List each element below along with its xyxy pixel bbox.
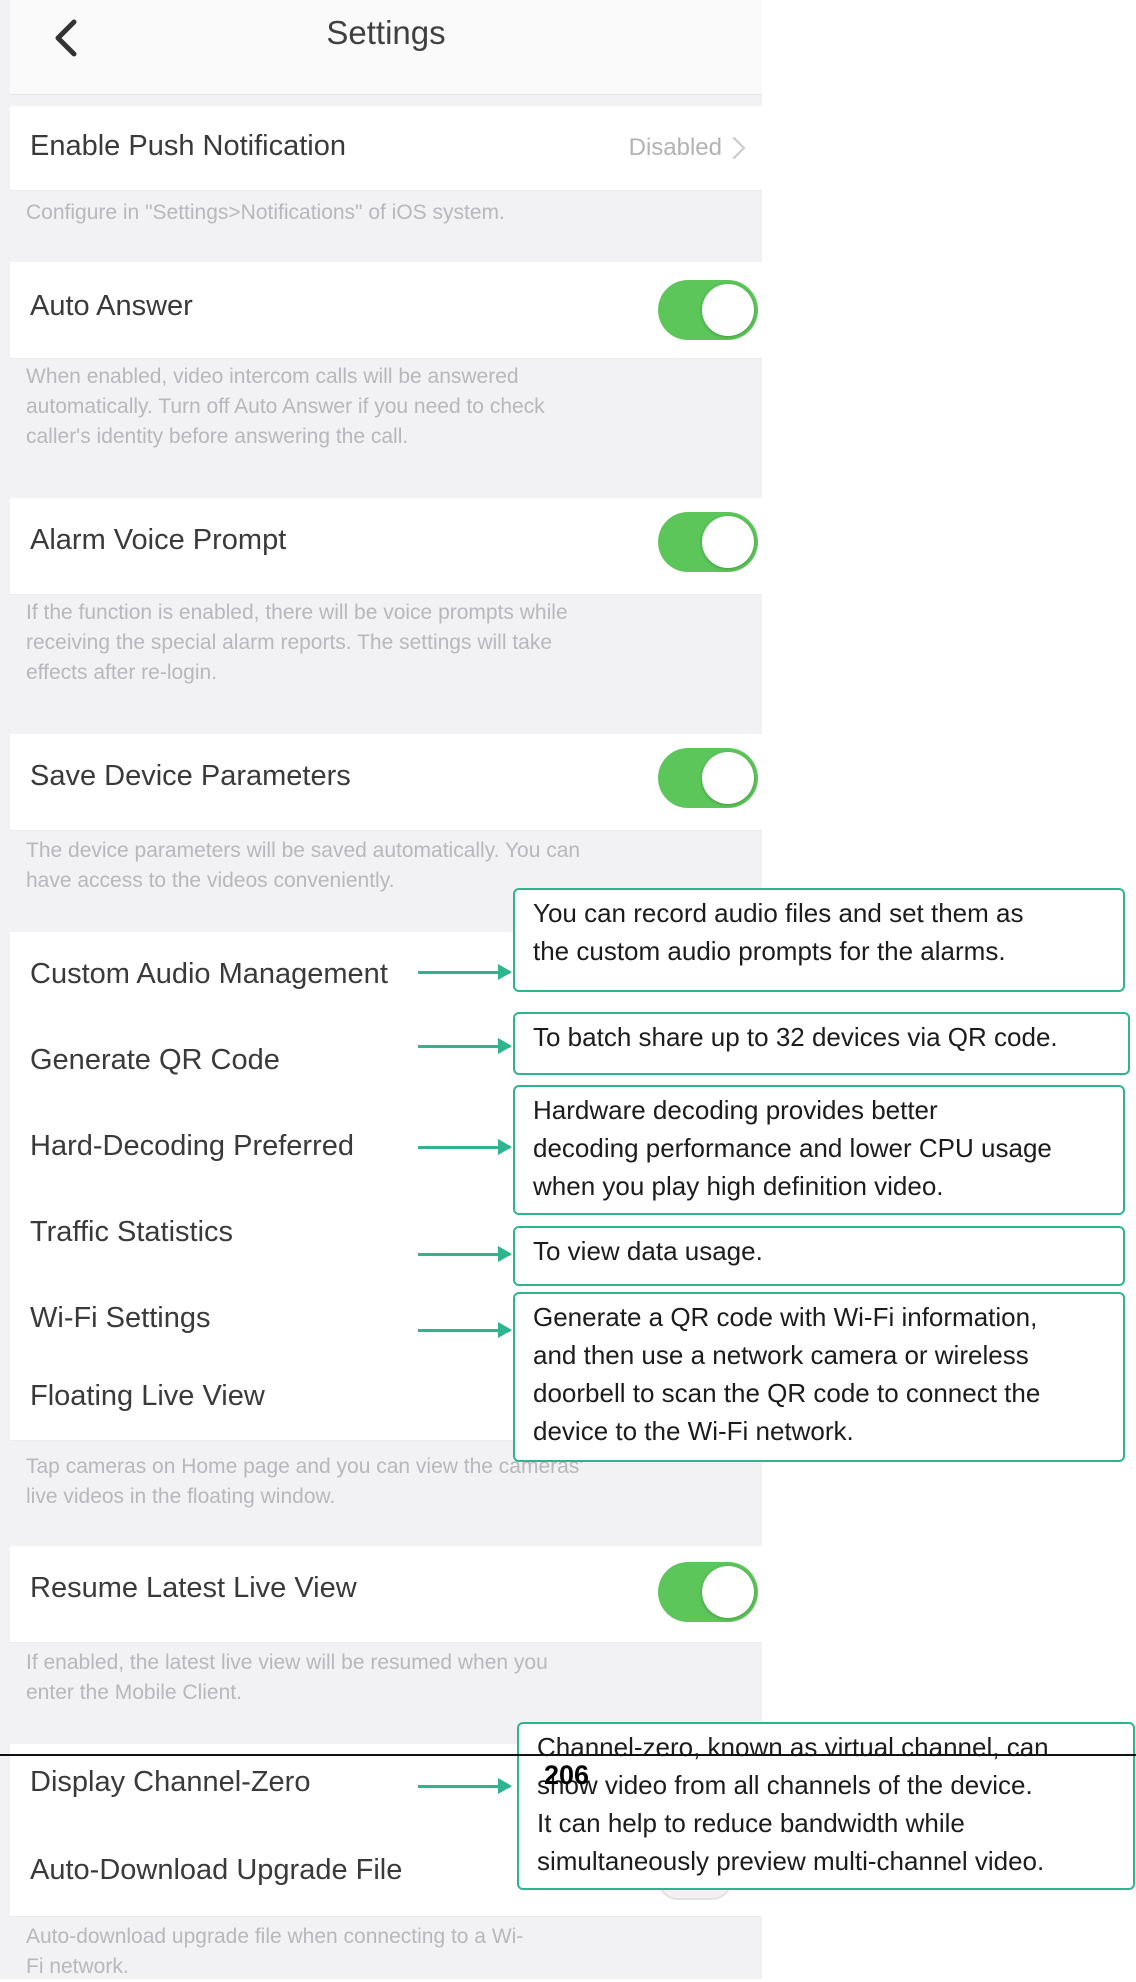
toggle-knob [702,1566,754,1618]
page-divider [0,1754,1136,1756]
toggle-knob [702,516,754,568]
generate-qr-code-label: Generate QR Code [30,1044,280,1076]
display-channel-zero-label: Display Channel-Zero [30,1766,311,1798]
arrow-traffic [418,1246,512,1262]
auto-download-upgrade-file-label: Auto-Download Upgrade File [30,1854,403,1886]
push-notification-description: Configure in "Settings>Notifications" of… [26,201,505,224]
save-device-parameters-toggle[interactable] [658,748,758,808]
floating-live-view-label: Floating Live View [30,1380,265,1412]
auto-answer-toggle[interactable] [658,280,758,340]
auto-answer-label: Auto Answer [30,290,193,322]
alarm-voice-prompt-row: Alarm Voice Prompt [10,498,762,595]
arrow-channel-zero [418,1778,512,1794]
toggle-knob [702,752,754,804]
callout-wifi: Generate a QR code with Wi-Fi informatio… [513,1292,1125,1462]
auto-answer-description: When enabled, video intercom calls will … [26,365,545,448]
callout-hard-decoding: Hardware decoding provides better decodin… [513,1085,1125,1215]
traffic-statistics-label: Traffic Statistics [30,1216,234,1248]
arrow-qr-code [418,1038,512,1054]
hard-decoding-preferred-label: Hard-Decoding Preferred [30,1130,354,1162]
arrow-custom-audio [418,964,512,980]
push-notification-row[interactable]: Enable Push Notification Disabled [10,106,762,191]
arrow-wifi [418,1322,512,1338]
save-device-parameters-description: The device parameters will be saved auto… [26,839,581,892]
push-notification-value: Disabled [628,134,722,161]
navigation-bar: Settings [10,0,762,95]
toggle-knob [702,284,754,336]
alarm-voice-prompt-label: Alarm Voice Prompt [30,524,287,556]
arrow-hard-decoding [418,1139,512,1155]
alarm-voice-prompt-description: If the function is enabled, there will b… [26,601,568,684]
custom-audio-management-label: Custom Audio Management [30,958,388,990]
save-device-parameters-row: Save Device Parameters [10,734,762,831]
resume-latest-live-view-toggle[interactable] [658,1562,758,1622]
auto-download-upgrade-file-description: Auto-download upgrade file when connecti… [26,1925,524,1978]
callout-qr-code: To batch share up to 32 devices via QR c… [513,1012,1130,1075]
auto-answer-row: Auto Answer [10,262,762,359]
page-number: 206 [544,1760,590,1790]
push-notification-label: Enable Push Notification [30,130,346,162]
resume-latest-live-view-row: Resume Latest Live View [10,1546,762,1643]
page-title: Settings [326,14,446,51]
callout-channel-zero: Channel-zero, known as virtual channel, … [517,1722,1135,1890]
save-device-parameters-label: Save Device Parameters [30,760,351,792]
chevron-right-icon [722,136,746,160]
callout-traffic: To view data usage. [513,1226,1125,1286]
resume-latest-live-view-description: If enabled, the latest live view will be… [26,1651,548,1704]
alarm-voice-prompt-toggle[interactable] [658,512,758,572]
callout-custom-audio: You can record audio files and set them … [513,888,1125,992]
resume-latest-live-view-label: Resume Latest Live View [30,1572,357,1604]
wifi-settings-label: Wi-Fi Settings [30,1302,211,1334]
